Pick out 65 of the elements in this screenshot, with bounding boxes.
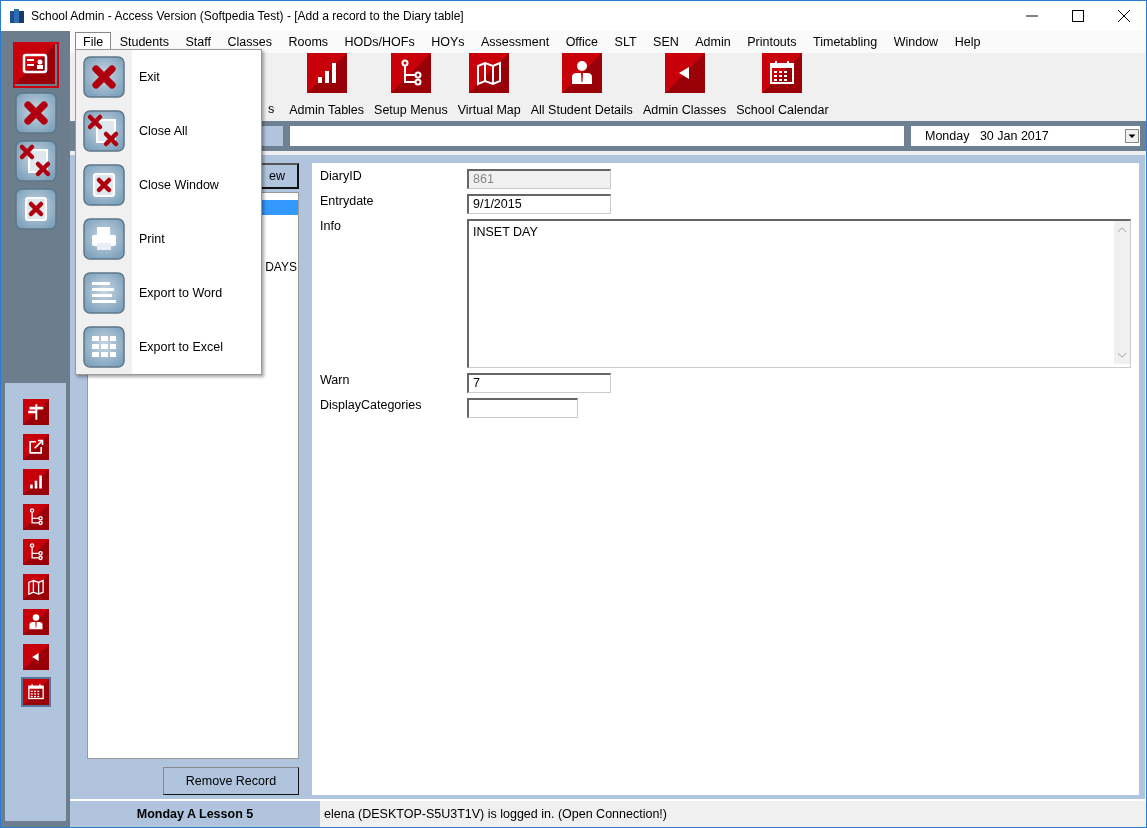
toolbar-button[interactable]: Admin Tables xyxy=(289,53,365,117)
menu-item[interactable]: Close All xyxy=(76,104,261,158)
menu-item[interactable]: Students xyxy=(111,32,177,52)
id-card-icon[interactable] xyxy=(14,44,57,86)
input-field[interactable]: 7 xyxy=(467,373,611,393)
menu-item[interactable]: Printouts xyxy=(739,32,805,52)
menu-item[interactable]: Admin xyxy=(687,32,739,52)
branch-icon[interactable] xyxy=(20,537,51,567)
bar-chart-icon[interactable] xyxy=(20,467,51,497)
map-icon[interactable] xyxy=(20,572,51,602)
toolbar-button[interactable]: All Student Details xyxy=(530,53,633,117)
input-field[interactable] xyxy=(467,398,578,418)
menu-item[interactable]: Timetabling xyxy=(805,32,886,52)
field-label: DisplayCategories xyxy=(320,398,423,414)
menu-item[interactable]: HODs/HOFs xyxy=(336,32,423,52)
branch-icon[interactable] xyxy=(20,502,51,532)
grid-icon xyxy=(83,326,125,368)
calendar-icon[interactable] xyxy=(20,677,51,707)
text-area[interactable]: INSET DAY xyxy=(467,219,1131,368)
toolbar-button[interactable]: Virtual Map xyxy=(457,53,521,117)
person-icon[interactable] xyxy=(20,607,51,637)
close-all-icon[interactable] xyxy=(14,140,57,182)
toolbar-button[interactable]: s xyxy=(268,102,275,117)
menu-item[interactable]: Classes xyxy=(219,32,280,52)
status-message: elena (DESKTOP-S5U3T1V) is logged in. (Open Connection!) xyxy=(324,807,667,821)
menu-item[interactable]: Window xyxy=(885,32,947,52)
signpost-icon[interactable] xyxy=(20,397,51,427)
search-field[interactable] xyxy=(290,126,904,146)
printer-icon xyxy=(83,218,125,260)
menu-item[interactable]: SEN xyxy=(645,32,687,52)
menu-item[interactable]: File xyxy=(75,32,112,52)
toolbar-button[interactable]: Setup Menus xyxy=(374,53,448,117)
window-title: School Admin - Access Version (Softpedia Test) - [Add a record to the Diary table] xyxy=(31,9,464,23)
close-window-icon xyxy=(83,164,125,206)
close-icon xyxy=(83,56,125,98)
date-dropdown[interactable]: Monday 30 Jan 2017 xyxy=(911,126,1140,146)
remove-record-button[interactable]: Remove Record xyxy=(163,767,299,795)
menu-item[interactable]: Rooms xyxy=(280,32,337,52)
external-link-icon[interactable] xyxy=(20,432,51,462)
books-icon xyxy=(9,8,25,24)
menu-item[interactable]: Export to Excel xyxy=(76,320,261,374)
toolbar-button[interactable]: Admin Classes xyxy=(642,53,727,117)
field-label: Info xyxy=(320,219,342,235)
close-window-icon[interactable] xyxy=(14,188,57,230)
field-label: DiaryID xyxy=(320,169,363,185)
close-all-icon xyxy=(83,110,125,152)
menu-item[interactable]: HOYs xyxy=(423,32,473,52)
input-field[interactable]: 9/1/2015 xyxy=(467,194,611,214)
close-icon[interactable] xyxy=(1118,10,1130,22)
menu-item[interactable]: Office xyxy=(557,32,607,52)
triangle-icon[interactable] xyxy=(20,642,51,672)
menu-item[interactable]: SLT xyxy=(606,32,645,52)
menu-item[interactable]: Staff xyxy=(177,32,219,52)
menu-item[interactable]: Assessment xyxy=(473,32,558,52)
lesson-status: Monday A Lesson 5 xyxy=(70,801,320,827)
toolbar-button[interactable]: School Calendar xyxy=(736,53,829,117)
maximize-icon[interactable] xyxy=(1072,10,1084,22)
menu-item[interactable]: Print xyxy=(76,212,261,266)
document-lines-icon xyxy=(83,272,125,314)
menu-item[interactable]: Export to Word xyxy=(76,266,261,320)
menu-item[interactable]: Exit xyxy=(76,50,261,104)
field-label: Entrydate xyxy=(320,194,375,210)
field-label: Warn xyxy=(320,373,351,389)
scrollbar[interactable] xyxy=(1114,221,1130,364)
menu-item[interactable]: Help xyxy=(946,32,989,52)
